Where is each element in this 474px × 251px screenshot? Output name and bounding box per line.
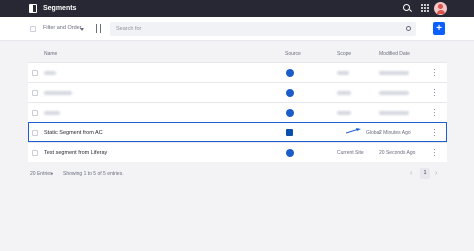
- redacted-scope: [337, 91, 351, 95]
- table-row-highlighted[interactable]: Static Segment from AC Global 2 Minutes …: [28, 122, 447, 142]
- segment-scope: Current Site: [337, 150, 364, 156]
- row-actions-icon[interactable]: [434, 129, 436, 137]
- table-row[interactable]: [28, 82, 447, 102]
- segment-modified-date: 20 Seconds Ago: [379, 150, 416, 156]
- segment-name[interactable]: Static Segment from AC: [44, 129, 103, 137]
- apps-grid-icon[interactable]: [421, 4, 429, 12]
- sort-order-icon[interactable]: [95, 24, 103, 33]
- liferay-icon: [286, 149, 294, 157]
- analytics-cloud-icon: [286, 129, 293, 136]
- liferay-icon: [286, 69, 294, 77]
- segment-modified-date: 2 Minutes Ago: [379, 130, 411, 136]
- management-toolbar: Filter and Order +: [0, 17, 474, 41]
- chevron-down-icon[interactable]: [80, 28, 84, 31]
- row-actions-icon[interactable]: [434, 109, 436, 117]
- next-page-icon[interactable]: ›: [435, 170, 437, 177]
- column-header-modified[interactable]: Modified Date: [379, 51, 410, 57]
- redacted-scope: [337, 111, 351, 115]
- liferay-icon: [286, 109, 294, 117]
- redacted-name: [44, 111, 60, 115]
- row-actions-icon[interactable]: [434, 69, 436, 77]
- row-checkbox[interactable]: [32, 150, 38, 156]
- redacted-name: [44, 91, 72, 95]
- row-actions-icon[interactable]: [434, 89, 436, 97]
- search-input[interactable]: [110, 22, 416, 36]
- row-checkbox[interactable]: [32, 130, 38, 136]
- row-checkbox[interactable]: [32, 90, 38, 96]
- redacted-date: [379, 111, 409, 115]
- chevron-down-icon[interactable]: [51, 173, 53, 175]
- row-actions-icon[interactable]: [434, 149, 436, 157]
- select-all-checkbox[interactable]: [30, 26, 36, 32]
- row-checkbox[interactable]: [32, 110, 38, 116]
- column-header-scope[interactable]: Scope: [337, 51, 351, 57]
- table-row[interactable]: Test segment from Liferay Current Site 2…: [28, 142, 447, 162]
- search-icon[interactable]: [403, 4, 410, 11]
- table-row[interactable]: [28, 62, 447, 82]
- pagination-results: Showing 1 to 5 of 5 entries.: [63, 171, 124, 177]
- annotation-arrow-icon: [346, 128, 361, 134]
- redacted-name: [44, 71, 56, 75]
- previous-page-icon[interactable]: ‹: [410, 170, 412, 177]
- table-header: Name Source Scope Modified Date: [28, 48, 447, 62]
- top-bar: Segments: [0, 0, 474, 17]
- sidebar-toggle-icon[interactable]: [29, 4, 37, 13]
- search-submit-icon[interactable]: [406, 26, 411, 31]
- redacted-date: [379, 91, 409, 95]
- page-button-1[interactable]: 1: [420, 168, 430, 179]
- column-header-source[interactable]: Source: [285, 51, 301, 57]
- page-title: Segments: [43, 5, 77, 12]
- segment-name[interactable]: Test segment from Liferay: [44, 149, 107, 157]
- pagination-bar: 20 Entries Showing 1 to 5 of 5 entries. …: [28, 168, 447, 182]
- redacted-date: [379, 71, 409, 75]
- table-row[interactable]: [28, 102, 447, 122]
- filter-and-order-dropdown[interactable]: Filter and Order: [43, 23, 82, 34]
- column-header-name[interactable]: Name: [44, 51, 57, 57]
- entries-per-page-dropdown[interactable]: 20 Entries: [30, 171, 53, 177]
- redacted-scope: [337, 71, 349, 75]
- liferay-icon: [286, 89, 294, 97]
- search-field[interactable]: [110, 22, 416, 36]
- segments-table: Name Source Scope Modified Date Static S…: [28, 48, 447, 162]
- add-segment-button[interactable]: +: [433, 22, 445, 35]
- user-avatar[interactable]: [434, 2, 447, 15]
- row-checkbox[interactable]: [32, 70, 38, 76]
